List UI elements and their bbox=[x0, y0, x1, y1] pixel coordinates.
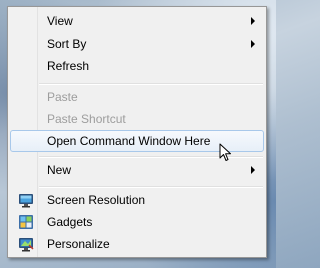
menu-item-open-command-window-label: Open Command Window Here bbox=[47, 134, 211, 148]
menu-item-screen-resolution[interactable]: Screen Resolution bbox=[10, 189, 264, 211]
menu-separator bbox=[39, 186, 263, 188]
menu-item-refresh[interactable]: Refresh bbox=[10, 55, 264, 77]
menu-separator bbox=[39, 83, 263, 85]
menu-item-paste-shortcut-label: Paste Shortcut bbox=[47, 112, 126, 126]
menu-item-personalize[interactable]: Personalize bbox=[10, 233, 264, 255]
menu-item-personalize-label: Personalize bbox=[47, 237, 110, 251]
monitor-icon bbox=[18, 192, 34, 208]
menu-item-view[interactable]: View bbox=[10, 10, 264, 32]
submenu-arrow-icon bbox=[251, 17, 255, 25]
menu-item-view-label: View bbox=[47, 14, 73, 28]
menu-item-sort-by-label: Sort By bbox=[47, 37, 87, 51]
personalize-icon bbox=[18, 236, 34, 252]
desktop-context-menu: View Sort By Refresh Paste Paste Shortcu… bbox=[7, 6, 267, 258]
submenu-arrow-icon bbox=[251, 166, 255, 174]
menu-item-refresh-label: Refresh bbox=[47, 59, 90, 73]
menu-item-sort-by[interactable]: Sort By bbox=[10, 33, 264, 55]
menu-item-gadgets[interactable]: Gadgets bbox=[10, 211, 264, 233]
submenu-arrow-icon bbox=[251, 40, 255, 48]
menu-item-paste-label: Paste bbox=[47, 90, 78, 104]
menu-item-paste[interactable]: Paste bbox=[10, 86, 264, 108]
menu-item-new-label: New bbox=[47, 163, 72, 177]
gadgets-icon bbox=[18, 214, 34, 230]
menu-item-screen-resolution-label: Screen Resolution bbox=[47, 193, 146, 207]
mouse-cursor-icon bbox=[219, 143, 231, 161]
menu-item-gadgets-label: Gadgets bbox=[47, 215, 93, 229]
menu-item-paste-shortcut[interactable]: Paste Shortcut bbox=[10, 108, 264, 130]
